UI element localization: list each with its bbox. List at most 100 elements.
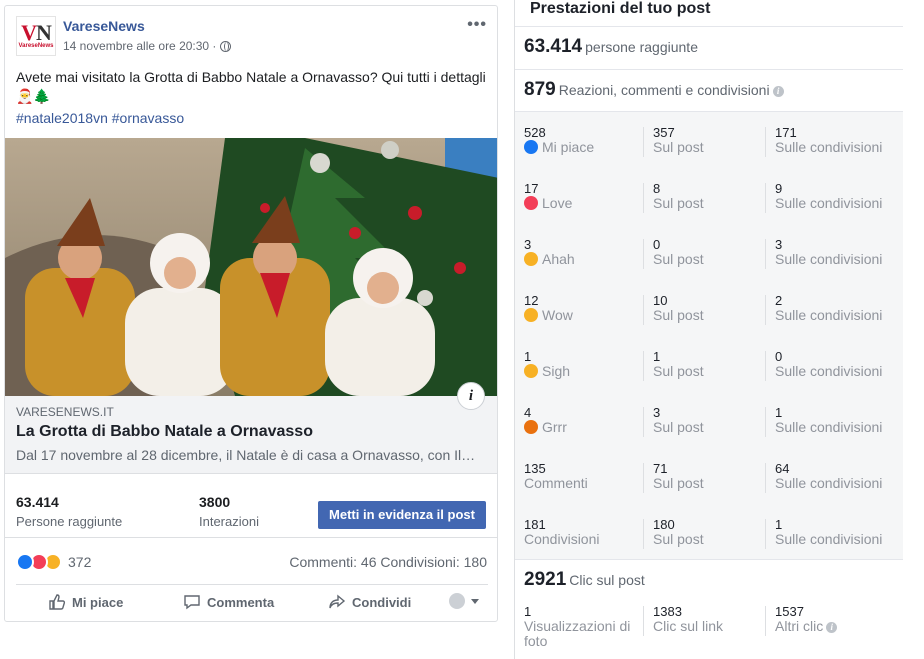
row-total-cell: 1 Sigh xyxy=(524,349,570,379)
link-domain: VARESENEWS.IT xyxy=(16,405,114,419)
share-button-label: Condividi xyxy=(352,594,412,610)
row-on-shares-label: Sulle condivisioni xyxy=(775,475,883,491)
reaction-icons[interactable] xyxy=(16,553,62,571)
row-on-shares-cell: 3 Sulle condivisioni xyxy=(775,237,882,267)
divider xyxy=(643,183,644,213)
chevron-down-icon xyxy=(471,598,479,604)
row-total-value: 12 xyxy=(524,293,539,308)
info-icon[interactable]: i xyxy=(772,86,784,97)
divider xyxy=(643,519,644,549)
engagement-section: 879 Reazioni, commenti e condivisioni i xyxy=(515,69,903,111)
row-on-post-value: 0 xyxy=(653,237,661,252)
row-on-post-label: Sul post xyxy=(653,251,704,267)
post-header: VN VareseNews VareseNews 14 novembre all… xyxy=(5,6,497,66)
sad-reaction-icon xyxy=(524,364,538,378)
row-on-shares-value: 3 xyxy=(775,237,783,252)
row-on-post-cell: 71 Sul post xyxy=(653,461,704,491)
insights-clicks: 2921 Clic sul post xyxy=(524,569,645,591)
row-on-shares-value: 9 xyxy=(775,181,783,196)
row-on-shares-label: Sulle condivisioni xyxy=(775,307,883,323)
comment-button-label: Commenta xyxy=(207,594,275,610)
breakdown-row: 17 Love 8 Sul post 9 Sulle condivisioni xyxy=(515,168,903,224)
like-reaction-icon xyxy=(524,140,538,154)
logo-wordmark: VareseNews xyxy=(18,43,54,49)
row-total-cell: 4 Grrr xyxy=(524,405,567,435)
divider xyxy=(643,295,644,325)
page-avatar[interactable]: VN VareseNews xyxy=(16,16,56,56)
like-button[interactable]: Mi piace xyxy=(48,593,123,611)
row-total-label: Ahah xyxy=(524,252,575,267)
breakdown-row: 4 Grrr 3 Sul post 1 Sulle condivisioni xyxy=(515,392,903,448)
info-icon[interactable]: i xyxy=(826,622,838,633)
row-on-post-value: 8 xyxy=(653,181,661,196)
divider xyxy=(765,519,766,549)
divider xyxy=(765,295,766,325)
divider xyxy=(643,463,644,493)
row-on-post-value: 357 xyxy=(653,125,675,140)
row-on-shares-cell: 0 Sulle condivisioni xyxy=(775,349,882,379)
row-on-post-label: Sul post xyxy=(653,139,704,155)
row-on-shares-value: 64 xyxy=(775,461,790,476)
row-on-post-value: 10 xyxy=(653,293,668,308)
reach-stat: 63.414 Persone raggiunte xyxy=(16,494,122,529)
row-on-shares-cell: 2 Sulle condivisioni xyxy=(775,293,882,323)
divider xyxy=(643,239,644,269)
divider xyxy=(643,606,644,636)
reach-label: Persone raggiunte xyxy=(16,514,123,529)
page-name-link[interactable]: VareseNews xyxy=(63,18,145,34)
divider xyxy=(643,351,644,381)
row-total-cell: 528 Mi piace xyxy=(524,125,594,155)
post-actions: Mi piace Commenta Condividi xyxy=(16,584,488,620)
link-title[interactable]: La Grotta di Babbo Natale a Ornavasso xyxy=(16,423,313,441)
row-total-label: Grrr xyxy=(524,420,567,435)
breakdown-row: 12 Wow 10 Sul post 2 Sulle condivisioni xyxy=(515,280,903,336)
post-card: VN VareseNews VareseNews 14 novembre all… xyxy=(4,5,498,622)
interactions-stat: 3800 Interazioni xyxy=(199,494,259,529)
insights-reach-label: persone raggiunte xyxy=(585,39,698,55)
row-on-shares-cell: 9 Sulle condivisioni xyxy=(775,181,882,211)
link-clicks-value: 1383 xyxy=(653,604,682,619)
photo-views-label: Visualizzazioni di foto xyxy=(524,618,631,649)
row-total-label: Wow xyxy=(524,308,573,323)
row-on-post-label: Sul post xyxy=(653,307,704,323)
comments-shares-count[interactable]: Commenti: 46 Condivisioni: 180 xyxy=(289,554,487,570)
row-total-cell: 181 Condivisioni xyxy=(524,517,599,547)
row-on-post-label: Sul post xyxy=(653,531,704,547)
info-icon[interactable]: i xyxy=(457,382,485,410)
row-on-post-cell: 1 Sul post xyxy=(653,349,704,379)
audience-selector[interactable] xyxy=(449,593,479,609)
link-preview[interactable]: VARESENEWS.IT La Grotta di Babbo Natale … xyxy=(5,396,497,474)
row-on-shares-label: Sulle condivisioni xyxy=(775,139,883,155)
post-photo[interactable] xyxy=(5,138,497,396)
interactions-value: 3800 xyxy=(199,494,231,510)
row-total-value: 3 xyxy=(524,237,532,252)
share-button[interactable]: Condividi xyxy=(328,593,411,611)
reactions-summary: 372 Commenti: 46 Condivisioni: 180 xyxy=(5,546,497,578)
row-on-shares-cell: 171 Sulle condivisioni xyxy=(775,125,882,155)
insights-clicks-value: 2921 xyxy=(524,569,567,590)
row-on-post-value: 3 xyxy=(653,405,661,420)
comment-button[interactable]: Commenta xyxy=(183,593,274,611)
globe-icon xyxy=(220,40,232,52)
root: { "post": { "page_name": "VareseNews", "… xyxy=(0,0,924,659)
clicks-section: 2921 Clic sul post 1 Visualizzazioni di f… xyxy=(515,559,903,659)
row-total-label: Mi piace xyxy=(524,140,594,155)
boost-post-button[interactable]: Metti in evidenza il post xyxy=(318,501,486,529)
post-hashtags[interactable]: #natale2018vn #ornavasso xyxy=(16,110,184,126)
post-timestamp[interactable]: 14 novembre alle ore 20:30 · xyxy=(63,39,232,53)
row-total-label: Love xyxy=(524,196,572,211)
reactions-count[interactable]: 372 xyxy=(68,554,91,570)
breakdown-row: 181 Condivisioni 180 Sul post 1 Sulle co… xyxy=(515,504,903,560)
other-clicks-value: 1537 xyxy=(775,604,804,619)
angry-reaction-icon xyxy=(524,420,538,434)
row-on-post-label: Sul post xyxy=(653,363,704,379)
row-on-post-cell: 0 Sul post xyxy=(653,237,704,267)
row-total-value: 135 xyxy=(524,461,546,476)
profile-avatar-icon xyxy=(449,593,465,609)
love-reaction-icon xyxy=(524,196,538,210)
link-clicks-label: Clic sul link xyxy=(653,618,724,634)
other-clicks-label: Altri clic i xyxy=(775,619,838,634)
row-total-cell: 3 Ahah xyxy=(524,237,575,267)
row-on-post-label: Sul post xyxy=(653,475,704,491)
more-options-button[interactable]: ••• xyxy=(467,16,487,34)
